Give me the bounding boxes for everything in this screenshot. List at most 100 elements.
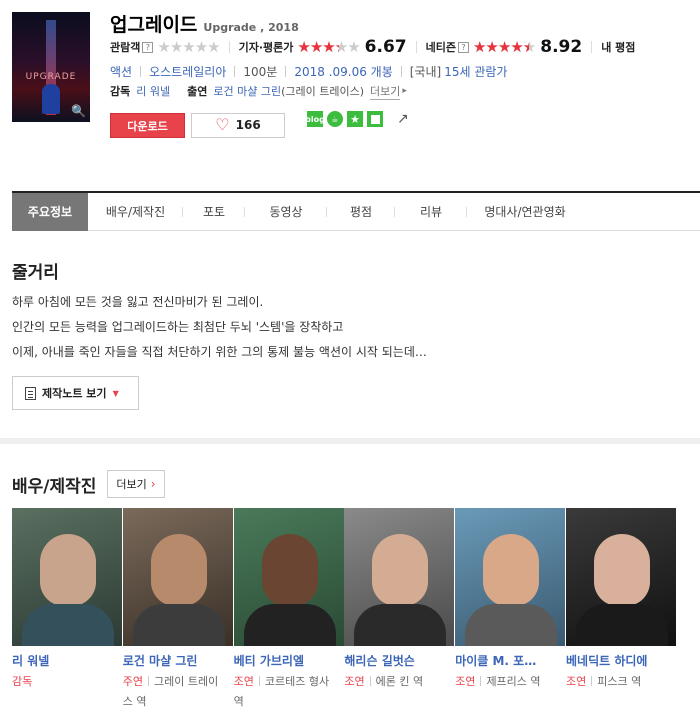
tab-main-info[interactable]: 주요정보 <box>12 193 88 231</box>
my-rating-label[interactable]: 내 평점 <box>601 39 635 55</box>
country-link[interactable]: 오스트레일리아 <box>149 63 226 80</box>
person-photo[interactable] <box>122 508 233 646</box>
more-link[interactable]: 더보기 <box>370 83 401 100</box>
chevron-right-icon: › <box>150 477 156 491</box>
help-icon[interactable]: ? <box>457 41 469 53</box>
divider <box>400 65 402 77</box>
photo-body <box>354 604 447 646</box>
divider <box>285 65 287 77</box>
critic-stars: ★★★★★★★★★★ <box>297 37 360 56</box>
person-photo[interactable] <box>344 508 455 646</box>
blog-share-icon[interactable]: blog <box>305 111 325 127</box>
divider <box>415 41 417 53</box>
person-card[interactable]: 로건 마샬 그린 주연 그레이 트레이스 역 <box>122 508 234 712</box>
genre-link[interactable]: 액션 <box>110 63 132 80</box>
cast-link[interactable]: 로건 마샬 그린 <box>213 83 281 99</box>
release-date-link[interactable]: 2018 .09.06 개봉 <box>294 63 392 80</box>
role-type: 조연 <box>344 675 365 688</box>
person-name[interactable]: 로건 마샬 그린 <box>123 652 234 669</box>
person-photo[interactable] <box>12 508 122 646</box>
rating-row: 관람객 ? ★★★★★★★★★★ 기자·평론가 ★★★★★★★★★★ 6.67 … <box>110 37 700 57</box>
synopsis-line: 하루 아침에 모든 것을 잃고 전신마비가 된 그레이. <box>12 295 264 309</box>
cast-label: 출연 <box>187 85 208 98</box>
tab-label: 포토 <box>202 205 226 219</box>
photo-face <box>483 534 540 606</box>
tab-rating[interactable]: 평점 <box>327 193 395 231</box>
movie-poster[interactable]: UPGRADE 🔍 <box>12 12 90 122</box>
tab-quotes-related[interactable]: 명대사/연관영화 <box>467 193 583 231</box>
person-name[interactable]: 리 워넬 <box>12 652 123 669</box>
grade-prefix: [국내] <box>409 64 442 79</box>
magnify-icon[interactable]: 🔍 <box>71 104 86 118</box>
movie-subtitle: Upgrade , 2018 <box>203 21 299 34</box>
synopsis-text: 하루 아침에 모든 것을 잃고 전신마비가 된 그레이. 인간의 모든 능력을 … <box>12 290 692 365</box>
role-type: 감독 <box>12 675 33 688</box>
person-card[interactable]: 베티 가브리엘 조연 코르테즈 형사 역 <box>233 508 345 712</box>
like-count: 166 <box>235 118 261 132</box>
heart-icon: ♡ <box>215 115 230 134</box>
director-link[interactable]: 리 워넬 <box>136 83 170 99</box>
role-type: 조연 <box>455 675 476 688</box>
tab-photo[interactable]: 포토 <box>183 193 245 231</box>
crew-more-button[interactable]: 더보기 › <box>107 470 165 498</box>
photo-body <box>132 604 225 646</box>
band-share-icon[interactable] <box>367 111 383 127</box>
role-type: 조연 <box>565 675 587 688</box>
share-icon[interactable]: ↗ <box>397 111 409 127</box>
cast-role: (그레이 트레이스) <box>281 85 364 98</box>
info-row: 액션 오스트레일리아 100분 2018 .09.06 개봉 [국내] 15세 … <box>110 62 507 80</box>
person-card[interactable]: 베네딕트 하디에 조연 피스크 역 <box>565 508 677 712</box>
action-row: 다운로드 ♡ 166 blog ☕ ★ ↗ <box>110 111 409 138</box>
tab-cast-crew[interactable]: 배우/제작진 <box>88 193 183 231</box>
person-name[interactable]: 해리슨 길벗슨 <box>344 652 455 669</box>
person-role: 조연 피스크 역 <box>566 672 670 692</box>
photo-face <box>40 534 96 606</box>
person-name[interactable]: 베티 가브리엘 <box>234 652 345 669</box>
tab-label: 배우/제작진 <box>105 205 166 219</box>
audience-rating-label: 관람객 <box>110 41 141 54</box>
person-photo[interactable] <box>233 508 344 646</box>
person-name[interactable]: 베네딕트 하디에 <box>566 652 677 669</box>
like-button[interactable]: ♡ 166 <box>191 112 285 138</box>
production-notes-button[interactable]: 제작노트 보기 ▼ <box>12 376 139 410</box>
divider <box>140 65 142 77</box>
bookmark-star-icon[interactable]: ★ <box>347 111 363 127</box>
tab-label: 동영상 <box>269 205 303 219</box>
poster-figure <box>42 84 60 114</box>
director-label: 감독 <box>110 85 131 98</box>
person-card[interactable]: 해리슨 길벗슨 조연 에론 킨 역 <box>344 508 455 712</box>
role-name: 제프리스 역 <box>486 675 541 688</box>
divider <box>228 41 230 53</box>
person-name[interactable]: 마이클 M. 포… <box>455 652 566 669</box>
netizen-rating-label: 네티즌 <box>425 41 456 54</box>
person-role: 조연 코르테즈 형사 역 <box>234 672 338 712</box>
divider <box>591 41 593 53</box>
divider <box>234 65 236 77</box>
audience-stars: ★★★★★★★★★★ <box>157 37 220 56</box>
tab-video[interactable]: 동영상 <box>245 193 327 231</box>
document-icon <box>25 386 36 400</box>
photo-face <box>261 534 318 606</box>
section-divider <box>0 438 700 444</box>
photo-face <box>150 534 207 606</box>
download-button[interactable]: 다운로드 <box>110 112 185 138</box>
person-photo[interactable] <box>455 508 566 646</box>
synopsis-title: 줄거리 <box>12 263 59 283</box>
cafe-share-icon[interactable]: ☕ <box>327 111 343 127</box>
share-icons: blog ☕ ★ <box>305 111 383 127</box>
grade-link[interactable]: 15세 관람가 <box>444 63 507 80</box>
tab-review[interactable]: 리뷰 <box>395 193 467 231</box>
synopsis-line: 인간의 모든 능력을 업그레이드하는 최첨단 두뇌 '스템'을 장착하고 <box>12 320 344 334</box>
runtime: 100분 <box>243 64 278 79</box>
role-name: 피스크 역 <box>597 675 642 688</box>
photo-body <box>465 604 558 646</box>
photo-body <box>22 604 114 646</box>
title-row: 업그레이드 Upgrade , 2018 <box>110 10 299 36</box>
help-icon[interactable]: ? <box>142 41 154 53</box>
person-photo[interactable] <box>565 508 676 646</box>
role-type: 주연 <box>122 675 144 688</box>
movie-title[interactable]: 업그레이드 <box>110 10 197 37</box>
person-card[interactable]: 리 워넬 감독 <box>12 508 123 712</box>
person-card[interactable]: 마이클 M. 포… 조연 제프리스 역 <box>455 508 566 712</box>
